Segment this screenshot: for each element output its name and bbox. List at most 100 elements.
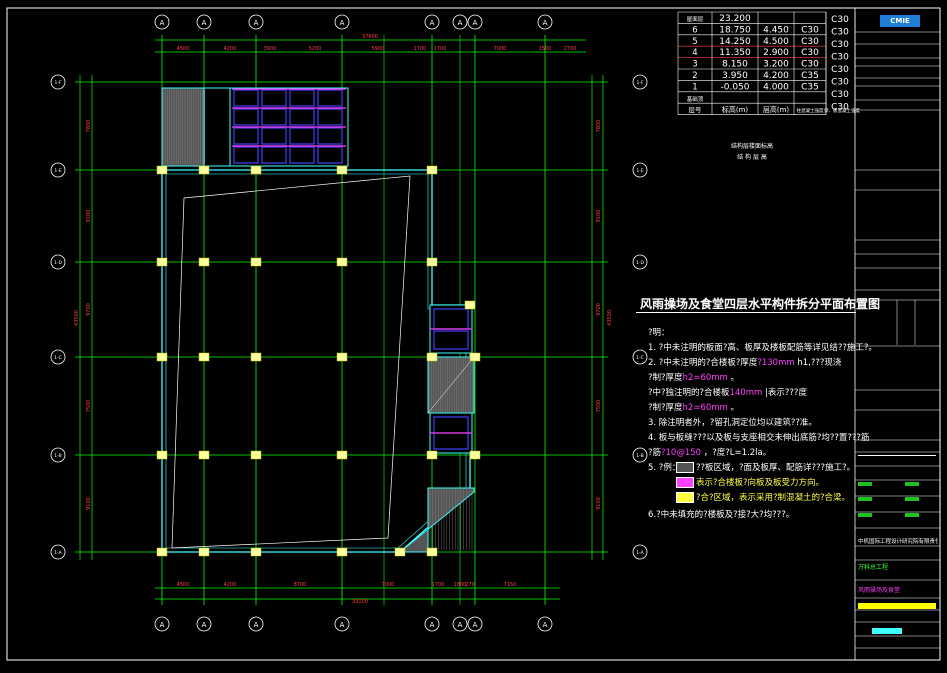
note-text: 1. ?中未注明的板面?高、板厚及楼板配筋等详见结??施工?。 [648, 343, 877, 353]
note-line: 4. 板与板缝???以及板与支座相交未伸出底筋?均??置???筋 [648, 431, 869, 443]
axis-bubble-text: A [202, 19, 207, 27]
drawing-name: 风雨操场及食堂 [858, 587, 901, 594]
table-right-grade: C30 [831, 103, 849, 113]
axis-bubble-text: A [458, 621, 463, 629]
table-cell-height: 4.200 [763, 71, 789, 81]
dim-text-bottom: 1700 [432, 582, 445, 588]
approval-stamp [905, 513, 919, 517]
table-header-elev: 标高(m) [722, 105, 749, 114]
table-cell-grade: C35 [801, 71, 819, 81]
notes-heading: ?明： [648, 328, 670, 338]
hatched-area [398, 487, 475, 553]
level-table: 屋面层 23.2006 18.750 4.450 C305 14.250 4.500 C304… [677, 11, 860, 161]
column [198, 450, 210, 460]
dim-text-top: 1700 [434, 46, 447, 52]
legend-text: ??板区域，?面及板厚、配筋详???施工?。 [696, 463, 856, 473]
column [469, 352, 481, 362]
column [156, 257, 168, 267]
note-text: ?筋 [648, 448, 662, 458]
note-highlight: ?130mm [757, 358, 795, 368]
table-cell-no: 4 [692, 48, 697, 58]
table-cell-no: 1 [692, 82, 697, 92]
column [250, 547, 262, 557]
axis-bubble-text: A [254, 19, 259, 27]
axis-bubble-text: A [340, 621, 345, 629]
table-cell-elev: 18.750 [719, 25, 751, 35]
note-line: ?筋?10@150 ，?度?L=1.2la。 [648, 446, 771, 458]
axis-bubble-text: 1-E [636, 168, 643, 174]
column [250, 352, 262, 362]
table-cell-height: 3.200 [763, 60, 789, 70]
dim-text-right: 9100 [596, 210, 602, 223]
table-right-grade: C30 [831, 28, 849, 38]
title-block-bar [858, 603, 936, 609]
table-right-grade: C30 [831, 65, 849, 75]
column [250, 450, 262, 460]
table-cell-height: 2.900 [763, 48, 789, 58]
legend-text: 表示?合楼板?向板及板受力方向。 [696, 478, 825, 488]
axis-bubble-text: 1-C [54, 355, 62, 361]
column [198, 547, 210, 557]
column [250, 165, 262, 175]
dim-text-left: 7500 [86, 400, 92, 413]
note-highlight: ?10@150 [661, 448, 702, 458]
dim-text-right: 7800 [596, 120, 602, 133]
note-text: ?中?独注明的?合楼板 [648, 388, 730, 398]
axis-bubble-text: A [430, 19, 435, 27]
table-cell-grade: C30 [801, 25, 819, 35]
title-underline [636, 312, 856, 313]
column [156, 352, 168, 362]
note-text: ?制?厚度 [648, 403, 683, 413]
dim-text-bottom: 7000 [382, 582, 395, 588]
note-text: |表示???度 [762, 388, 807, 398]
axis-bubble-text: A [254, 621, 259, 629]
column [250, 257, 262, 267]
note-text: h1,???现浇 [794, 358, 842, 368]
dim-text-top: 5900 [372, 46, 385, 52]
dim-text-top: 2700 [564, 46, 577, 52]
note-highlight: h2=60mm [682, 403, 728, 413]
table-cell-no: 屋面层 [687, 16, 704, 23]
company-name: 中机国际工程设计研究院有限责任公司 [858, 539, 938, 545]
title-block-details [855, 31, 940, 649]
dim-text-right: 9100 [596, 497, 602, 510]
table-cell-height: 4.500 [763, 37, 789, 47]
axis-bubble-text: 1-B [636, 453, 643, 459]
dim-text-bottom: 4200 [224, 582, 237, 588]
note-text: 。 [727, 403, 740, 413]
dim-text-top: 5200 [309, 46, 322, 52]
table-cell-height: 4.000 [763, 82, 789, 92]
approval-stamp [858, 482, 872, 486]
table-cell-elev: 11.350 [719, 48, 751, 58]
approval-stamp [858, 513, 872, 517]
column [156, 450, 168, 460]
legend-text: ?合?区域，表示采用?制混凝土的?合梁。 [696, 493, 851, 503]
dim-text-right-total: 43500 [607, 310, 613, 326]
column [336, 257, 348, 267]
legend-swatch [676, 477, 694, 488]
note-line: 2. ?中未注明的?合楼板?厚度?130mm h1,???现浇 [648, 356, 841, 368]
dim-text-top: 4200 [224, 46, 237, 52]
column [426, 450, 438, 460]
axis-bubble-text: 1-E [54, 168, 61, 174]
approval-stamp [858, 497, 872, 501]
column [336, 352, 348, 362]
note-line: ?中?独注明的?合楼板140mm |表示???度 [648, 386, 807, 398]
building-outline [161, 87, 475, 553]
column [464, 300, 476, 310]
column [198, 165, 210, 175]
dim-text-bottom: 7150 [504, 582, 517, 588]
axis-bubble-text: A [340, 19, 345, 27]
slab-outline [171, 175, 411, 549]
dim-text-right: 7500 [596, 400, 602, 413]
table-header-no: 层号 [689, 106, 703, 114]
dim-text-left: 9100 [86, 210, 92, 223]
project-name: 万科总工程 [858, 564, 889, 571]
table-right-grade: C30 [831, 15, 849, 25]
table-cell-no: 基础顶 [687, 95, 704, 103]
column [156, 547, 168, 557]
dim-text-right: 9700 [596, 303, 602, 316]
table-cell-elev: 23.200 [719, 14, 751, 24]
legend-swatch [676, 462, 694, 473]
approval-stamp [905, 497, 919, 501]
